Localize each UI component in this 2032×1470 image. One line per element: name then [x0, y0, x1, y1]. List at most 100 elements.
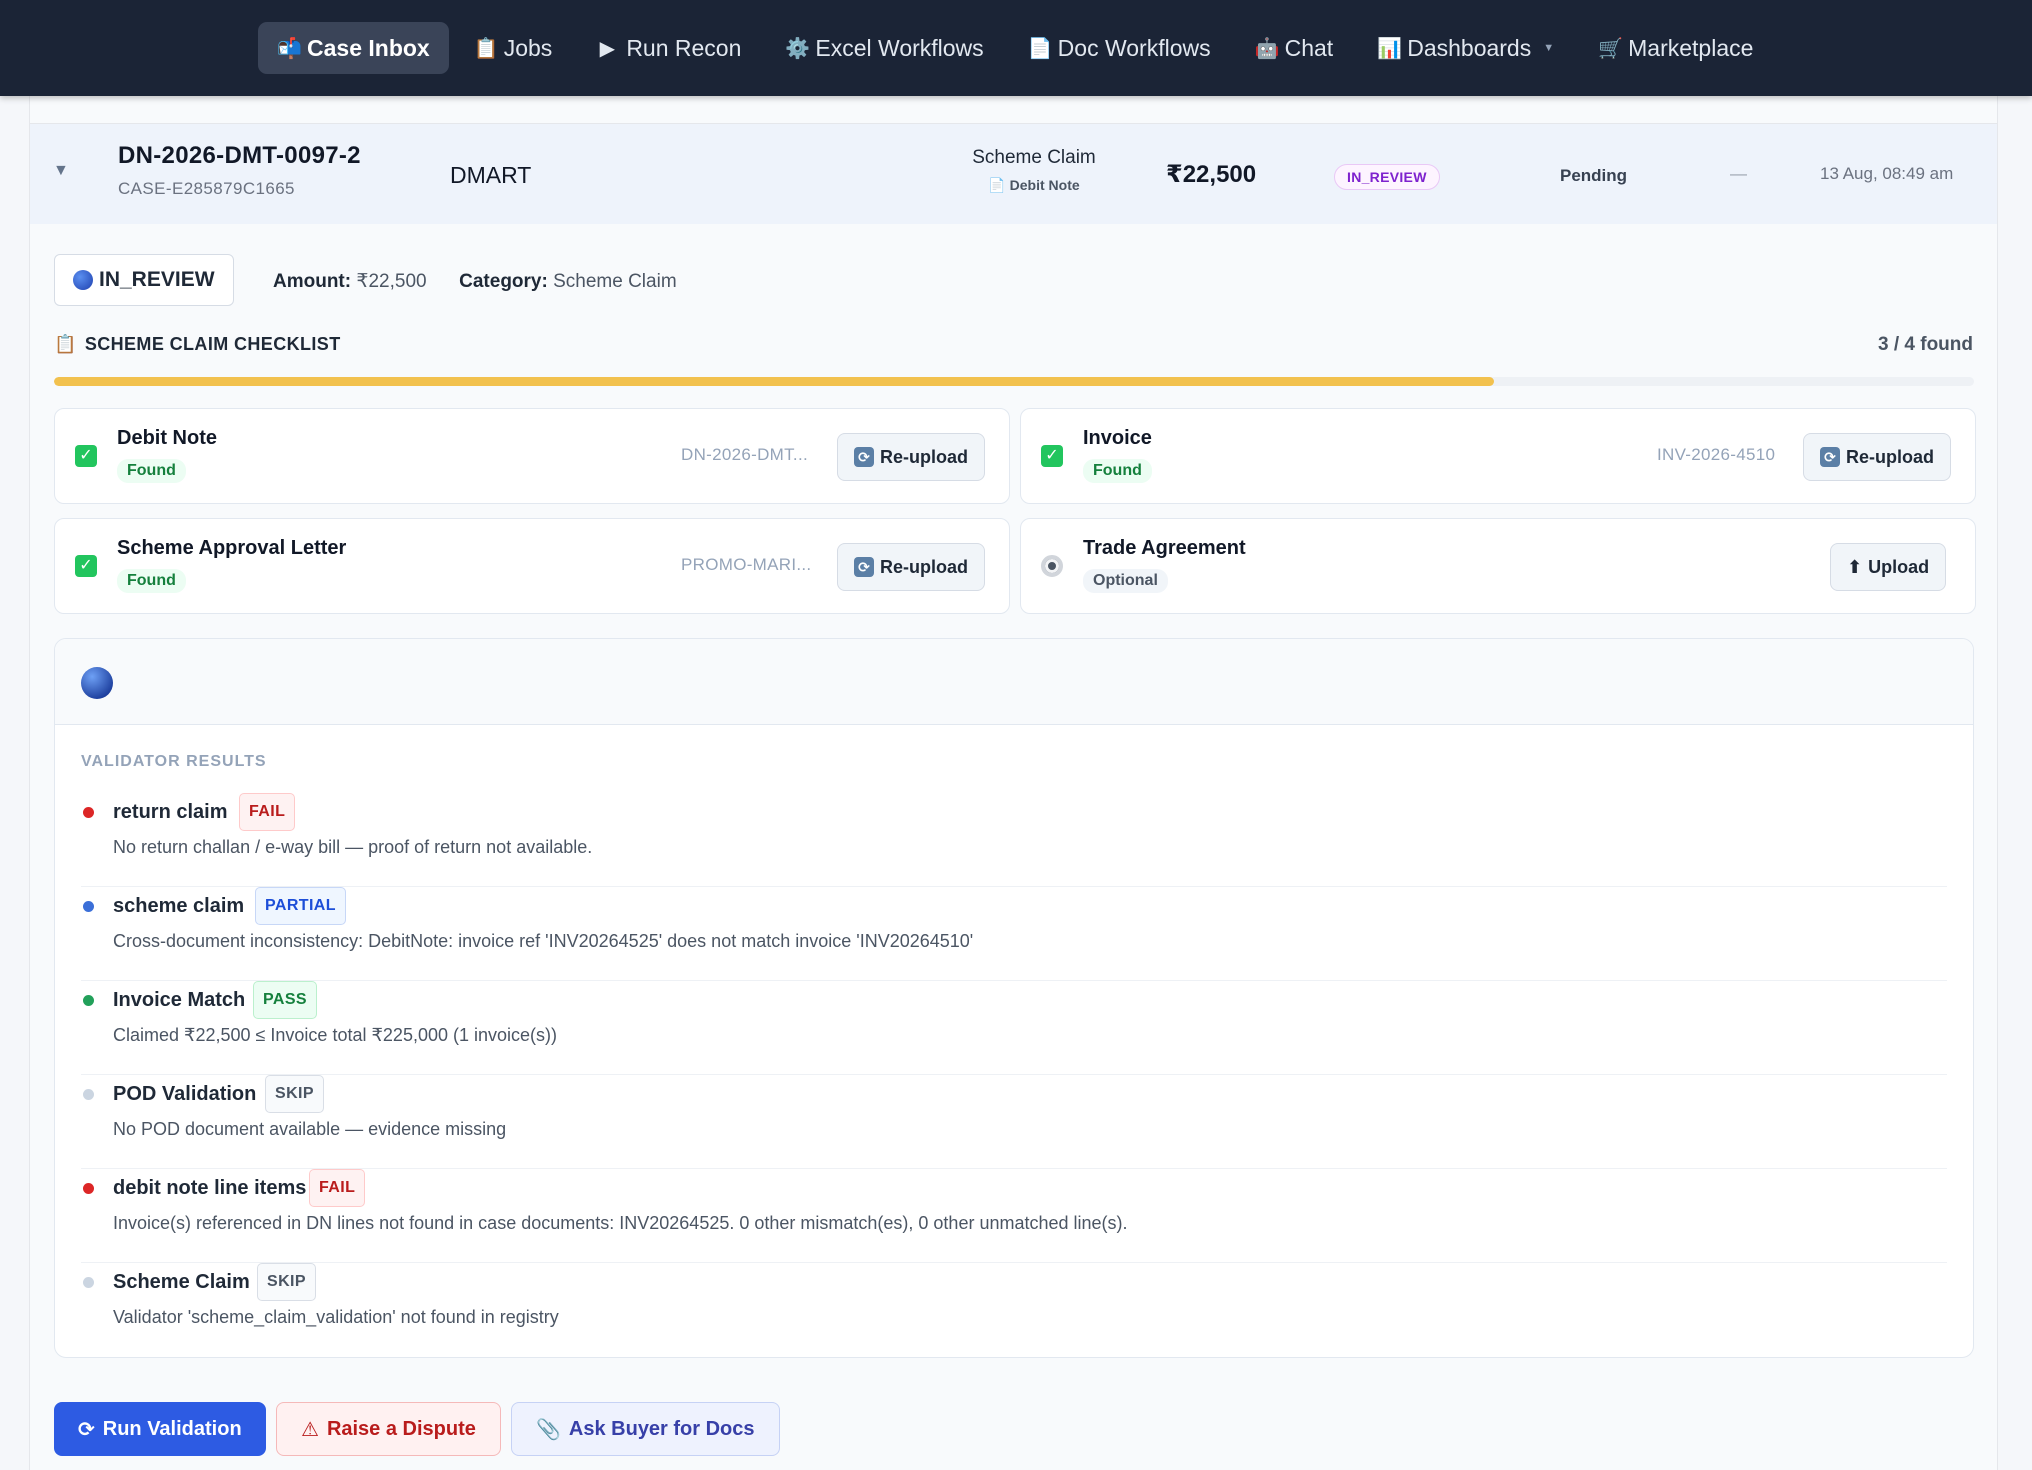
- validator-result: return claim FAIL No return challan / e-…: [81, 793, 1947, 887]
- raise-dispute-button[interactable]: ⚠ Raise a Dispute: [276, 1402, 501, 1456]
- progress-fill: [54, 377, 1494, 386]
- validator-name: scheme claim: [113, 895, 245, 917]
- result-badge: PARTIAL: [255, 887, 346, 925]
- buyer-name: DMART: [450, 162, 532, 188]
- button-label: Run Validation: [102, 1417, 242, 1440]
- doc-status-badge: Optional: [1083, 569, 1168, 593]
- nav-label: Run Recon: [626, 34, 742, 61]
- category-value: Scheme Claim: [553, 271, 677, 292]
- validator-description: No return challan / e-way bill — proof o…: [113, 837, 593, 857]
- status-dot-icon: [83, 1277, 94, 1288]
- nav-label: Excel Workflows: [815, 34, 984, 61]
- blue-circle-icon: [73, 270, 93, 290]
- upload-arrow-icon: ⬆: [1847, 556, 1863, 577]
- cart-icon: 🛒: [1598, 37, 1624, 60]
- status-badge: IN_REVIEW: [1334, 164, 1440, 190]
- status-dot-icon: [83, 807, 94, 818]
- paperclip-icon: 📎: [536, 1418, 561, 1441]
- inbox-icon: 📬: [277, 37, 302, 60]
- amount-label: Amount:: [273, 271, 352, 292]
- case-amount: ₹22,500: [1166, 161, 1257, 188]
- refresh-icon: ⟳: [78, 1418, 95, 1441]
- doc-name: Trade Agreement: [1083, 537, 1246, 559]
- clipboard-icon: 📋: [54, 334, 77, 354]
- doc-name: Scheme Approval Letter: [117, 537, 347, 559]
- claim-type-label: Scheme Claim: [972, 147, 1096, 168]
- nav-run-recon[interactable]: ▶ Run Recon: [577, 22, 760, 74]
- status-dot-icon: [83, 995, 94, 1006]
- run-validation-button[interactable]: ⟳ Run Validation: [54, 1402, 266, 1456]
- validator-description: Invoice(s) referenced in DN lines not fo…: [113, 1213, 1128, 1233]
- clipboard-icon: 📋: [473, 37, 499, 60]
- button-label: Re-upload: [880, 556, 968, 577]
- robot-icon: 🤖: [1254, 37, 1280, 60]
- validator-name: POD Validation: [113, 1083, 257, 1105]
- case-list-panel: ▼ DN-2026-DMT-0097-2 CASE-E285879C1665 D…: [29, 96, 1998, 1470]
- nav-dashboards[interactable]: 📊 Dashboards ▼: [1358, 22, 1573, 74]
- validator-result: debit note line items FAIL Invoice(s) re…: [81, 1169, 1947, 1263]
- button-label: Raise a Dispute: [326, 1417, 476, 1440]
- validator-results-title: VALIDATOR RESULTS: [81, 753, 267, 770]
- bar-chart-icon: 📊: [1377, 37, 1403, 60]
- reupload-button[interactable]: ⟳ Re-upload: [1803, 433, 1951, 481]
- validator-description: Cross-document inconsistency: DebitNote:…: [113, 931, 974, 951]
- result-badge: SKIP: [265, 1075, 324, 1113]
- validator-result: scheme claim PARTIAL Cross-document inco…: [81, 887, 1947, 981]
- play-icon: ▶: [599, 37, 615, 60]
- refresh-icon: ⟳: [1820, 447, 1840, 467]
- found-count: 3 / 4 found: [1878, 334, 1973, 355]
- validator-name: Invoice Match: [113, 989, 246, 1011]
- document-icon: 📄: [988, 177, 1006, 193]
- result-badge: PASS: [253, 981, 317, 1019]
- validator-description: Validator 'scheme_claim_validation' not …: [113, 1307, 559, 1327]
- top-navigation: 📬 Case Inbox 📋 Jobs ▶ Run Recon ⚙️ Excel…: [0, 0, 2032, 96]
- status-dot-icon: [83, 901, 94, 912]
- checklist-progress-bar: [54, 377, 1974, 386]
- chevron-down-icon[interactable]: ▼: [53, 162, 69, 180]
- nav-label: Case Inbox: [307, 34, 430, 61]
- check-icon: ✓: [75, 555, 97, 577]
- validator-result: POD Validation SKIP No POD document avai…: [81, 1075, 1947, 1169]
- blue-circle-icon: [81, 667, 113, 699]
- refresh-icon: ⟳: [854, 557, 874, 577]
- doc-status-badge: Found: [1083, 459, 1152, 483]
- status-chip-label: IN_REVIEW: [99, 268, 215, 291]
- result-badge: FAIL: [239, 793, 296, 831]
- button-label: Re-upload: [880, 446, 968, 467]
- validator-result: Scheme Claim SKIP Validator 'scheme_clai…: [81, 1263, 1947, 1357]
- case-meta: Amount: ₹22,500 Category: Scheme Claim: [273, 270, 677, 293]
- document-type-label: Debit Note: [1009, 177, 1080, 193]
- nav-marketplace[interactable]: 🛒 Marketplace: [1579, 22, 1772, 74]
- chevron-down-icon: ▼: [1543, 42, 1555, 54]
- status-chip: IN_REVIEW: [54, 254, 234, 306]
- nav-label: Jobs: [503, 34, 553, 61]
- check-icon: ✓: [75, 445, 97, 467]
- button-label: Re-upload: [1846, 446, 1934, 467]
- upload-button[interactable]: ⬆ Upload: [1830, 543, 1947, 591]
- doc-status-badge: Found: [117, 569, 186, 593]
- warning-icon: ⚠: [301, 1418, 319, 1441]
- nav-jobs[interactable]: 📋 Jobs: [455, 22, 572, 74]
- approval-status: Pending: [1560, 166, 1628, 185]
- nav-label: Dashboards: [1407, 34, 1532, 61]
- result-badge: FAIL: [309, 1169, 366, 1207]
- nav-doc-workflows[interactable]: 📄 Doc Workflows: [1009, 22, 1230, 74]
- nav-label: Marketplace: [1628, 34, 1754, 61]
- nav-excel-workflows[interactable]: ⚙️ Excel Workflows: [766, 22, 1002, 74]
- reupload-button[interactable]: ⟳ Re-upload: [837, 543, 985, 591]
- validator-result: Invoice Match PASS Claimed ₹22,500 ≤ Inv…: [81, 981, 1947, 1075]
- nav-chat[interactable]: 🤖 Chat: [1236, 22, 1353, 74]
- doc-card-invoice: ✓ Invoice Found INV-2026-4510 ⟳ Re-uploa…: [1020, 408, 1976, 504]
- doc-card-trade-agreement: Trade Agreement Optional ⬆ Upload: [1020, 518, 1976, 614]
- reupload-button[interactable]: ⟳ Re-upload: [837, 433, 985, 481]
- assignee: —: [1730, 164, 1747, 183]
- ask-buyer-docs-button[interactable]: 📎 Ask Buyer for Docs: [511, 1402, 780, 1456]
- amount-value: ₹22,500: [356, 271, 427, 292]
- category-label: Category:: [459, 271, 548, 292]
- case-row[interactable]: ▼ DN-2026-DMT-0097-2 CASE-E285879C1665 D…: [30, 124, 1997, 224]
- case-identifier: DN-2026-DMT-0097-2 CASE-E285879C1665: [118, 142, 361, 199]
- nav-case-inbox[interactable]: 📬 Case Inbox: [258, 22, 449, 74]
- checklist-title: 📋 SCHEME CLAIM CHECKLIST: [54, 334, 341, 355]
- status-dot-icon: [83, 1183, 94, 1194]
- case-date: 13 Aug, 08:49 am: [1820, 164, 1954, 183]
